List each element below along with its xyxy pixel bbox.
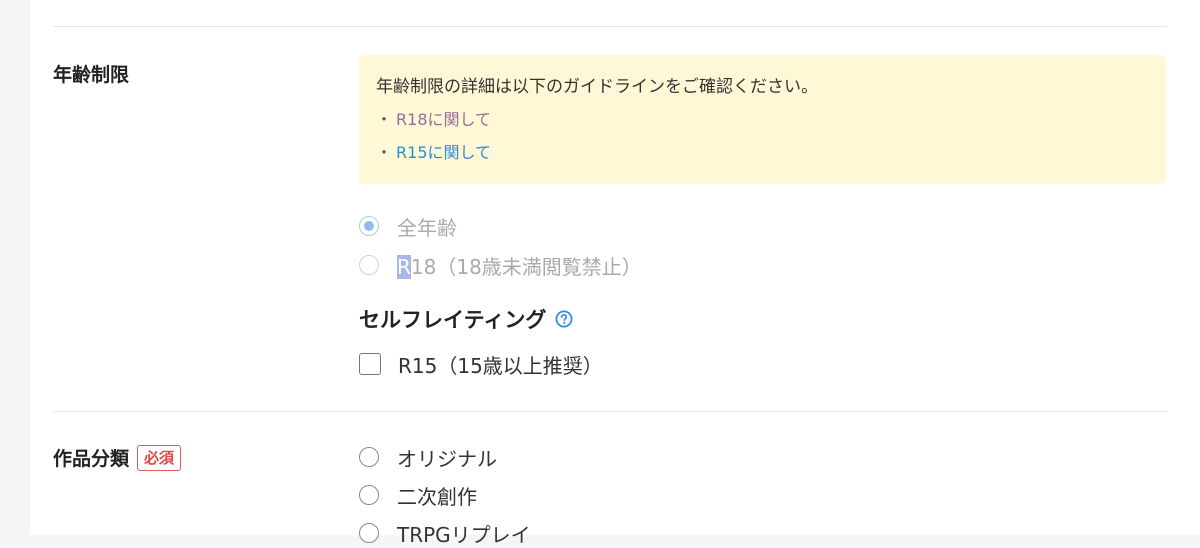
r18-label-rest: 18（18歳未満閲覧禁止）: [410, 254, 642, 279]
original-radio[interactable]: [359, 447, 379, 467]
r15-option[interactable]: R15（15歳以上推奨）: [359, 350, 603, 378]
question-circle-icon[interactable]: [555, 310, 573, 328]
self-rating-heading: セルフレイティング: [359, 304, 573, 334]
trpg-replay-radio[interactable]: [359, 523, 379, 543]
r18-label: R18（18歳未満閲覧禁止）: [397, 251, 642, 280]
trpg-replay-option[interactable]: TRPGリプレイ: [359, 519, 531, 547]
r15-checkbox[interactable]: [359, 353, 381, 375]
work-category-label: 作品分類 必須: [53, 444, 182, 471]
r15-guideline-link[interactable]: ・ R15に関して: [376, 141, 1149, 165]
age-restriction-label: 年齢制限: [53, 64, 130, 86]
r15-guideline-link-label: R15に関して: [396, 143, 492, 162]
derivative-label: 二次創作: [397, 484, 477, 509]
required-badge: 必須: [137, 444, 182, 471]
all-ages-radio[interactable]: [359, 216, 379, 236]
form-panel: 年齢制限 年齢制限の詳細は以下のガイドラインをご確認ください。 ・ R18に関して…: [30, 0, 1200, 547]
original-label: オリジナル: [397, 446, 497, 471]
all-ages-label: 全年齢: [397, 215, 457, 240]
all-ages-option[interactable]: 全年齢: [359, 212, 457, 240]
original-option[interactable]: オリジナル: [359, 443, 497, 471]
work-category-label-text: 作品分類: [53, 448, 130, 470]
r18-radio[interactable]: [359, 255, 379, 275]
section-divider: [53, 411, 1167, 412]
trpg-replay-label: TRPGリプレイ: [397, 522, 531, 547]
text-selection: R: [397, 254, 411, 279]
r15-label: R15（15歳以上推奨）: [398, 353, 603, 378]
r18-option[interactable]: R18（18歳未満閲覧禁止）: [359, 251, 642, 279]
bullet: ・: [376, 110, 393, 129]
r18-guideline-link-label: R18に関して: [396, 110, 492, 129]
notice-text: 年齢制限の詳細は以下のガイドラインをご確認ください。: [376, 77, 818, 97]
section-divider: [53, 26, 1167, 27]
age-guideline-notice: 年齢制限の詳細は以下のガイドラインをご確認ください。 ・ R18に関して ・ R15…: [359, 55, 1166, 184]
derivative-option[interactable]: 二次創作: [359, 481, 477, 509]
self-rating-title: セルフレイティング: [359, 308, 547, 332]
derivative-radio[interactable]: [359, 485, 379, 505]
bullet: ・: [376, 143, 393, 162]
r18-guideline-link[interactable]: ・ R18に関して: [376, 108, 1149, 132]
